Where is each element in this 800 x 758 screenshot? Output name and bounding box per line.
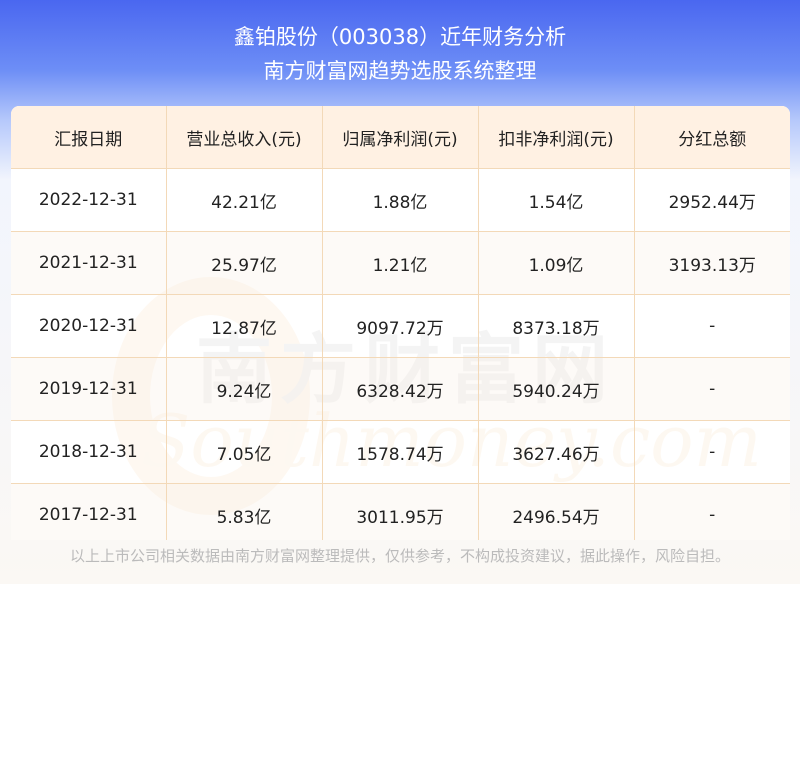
cell-net-profit: 9097.72万 [322,294,479,358]
cell-revenue: 5.83亿 [166,483,323,540]
cell-dividend: - [634,357,790,421]
column-header-revenue: 营业总收入(元) [166,106,323,169]
cell-dividend: - [634,420,790,484]
cell-date: 2018-12-31 [11,420,167,484]
cell-dividend: 3193.13万 [634,231,790,295]
cell-date: 2019-12-31 [11,357,167,421]
page-subtitle: 南方财富网趋势选股系统整理 [263,59,537,83]
table-row: 2021-12-31 25.97亿 1.21亿 1.09亿 3193.13万 [11,231,790,295]
table-header-row: 汇报日期 营业总收入(元) 归属净利润(元) 扣非净利润(元) 分红总额 [11,106,790,169]
cell-deducted-profit: 1.09亿 [478,231,635,295]
cell-date: 2021-12-31 [11,231,167,295]
cell-date: 2017-12-31 [11,483,167,540]
cell-date: 2020-12-31 [11,294,167,358]
cell-net-profit: 1578.74万 [322,420,479,484]
cell-dividend: - [634,294,790,358]
table-row: 2019-12-31 9.24亿 6328.42万 5940.24万 - [11,357,790,421]
report-card: 鑫铂股份（003038）近年财务分析 南方财富网趋势选股系统整理 南方财富网 S… [0,0,800,584]
cell-dividend: 2952.44万 [634,168,790,232]
cell-deducted-profit: 8373.18万 [478,294,635,358]
cell-deducted-profit: 5940.24万 [478,357,635,421]
column-header-date: 汇报日期 [11,106,167,169]
cell-revenue: 25.97亿 [166,231,323,295]
table-row: 2017-12-31 5.83亿 3011.95万 2496.54万 - [11,483,790,540]
table-row: 2022-12-31 42.21亿 1.88亿 1.54亿 2952.44万 [11,168,790,232]
financial-table: 汇报日期 营业总收入(元) 归属净利润(元) 扣非净利润(元) 分红总额 202… [11,106,790,540]
cell-revenue: 12.87亿 [166,294,323,358]
cell-dividend: - [634,483,790,540]
disclaimer-text: 以上上市公司相关数据由南方财富网整理提供，仅供参考，不构成投资建议，据此操作，风… [69,547,730,565]
column-header-deducted-profit: 扣非净利润(元) [478,106,635,169]
page-title: 鑫铂股份（003038）近年财务分析 [233,25,567,49]
column-header-dividend: 分红总额 [634,106,790,169]
cell-revenue: 9.24亿 [166,357,323,421]
table-row: 2018-12-31 7.05亿 1578.74万 3627.46万 - [11,420,790,484]
table-row: 2020-12-31 12.87亿 9097.72万 8373.18万 - [11,294,790,358]
column-header-net-profit: 归属净利润(元) [322,106,479,169]
financial-table-container: 南方财富网 Southmoney.com 汇报日期 营业总收入(元) 归属净利润… [11,106,790,540]
cell-revenue: 42.21亿 [166,168,323,232]
cell-revenue: 7.05亿 [166,420,323,484]
cell-date: 2022-12-31 [11,168,167,232]
cell-net-profit: 1.21亿 [322,231,479,295]
cell-deducted-profit: 3627.46万 [478,420,635,484]
cell-deducted-profit: 2496.54万 [478,483,635,540]
cell-net-profit: 1.88亿 [322,168,479,232]
cell-net-profit: 3011.95万 [322,483,479,540]
cell-deducted-profit: 1.54亿 [478,168,635,232]
cell-net-profit: 6328.42万 [322,357,479,421]
